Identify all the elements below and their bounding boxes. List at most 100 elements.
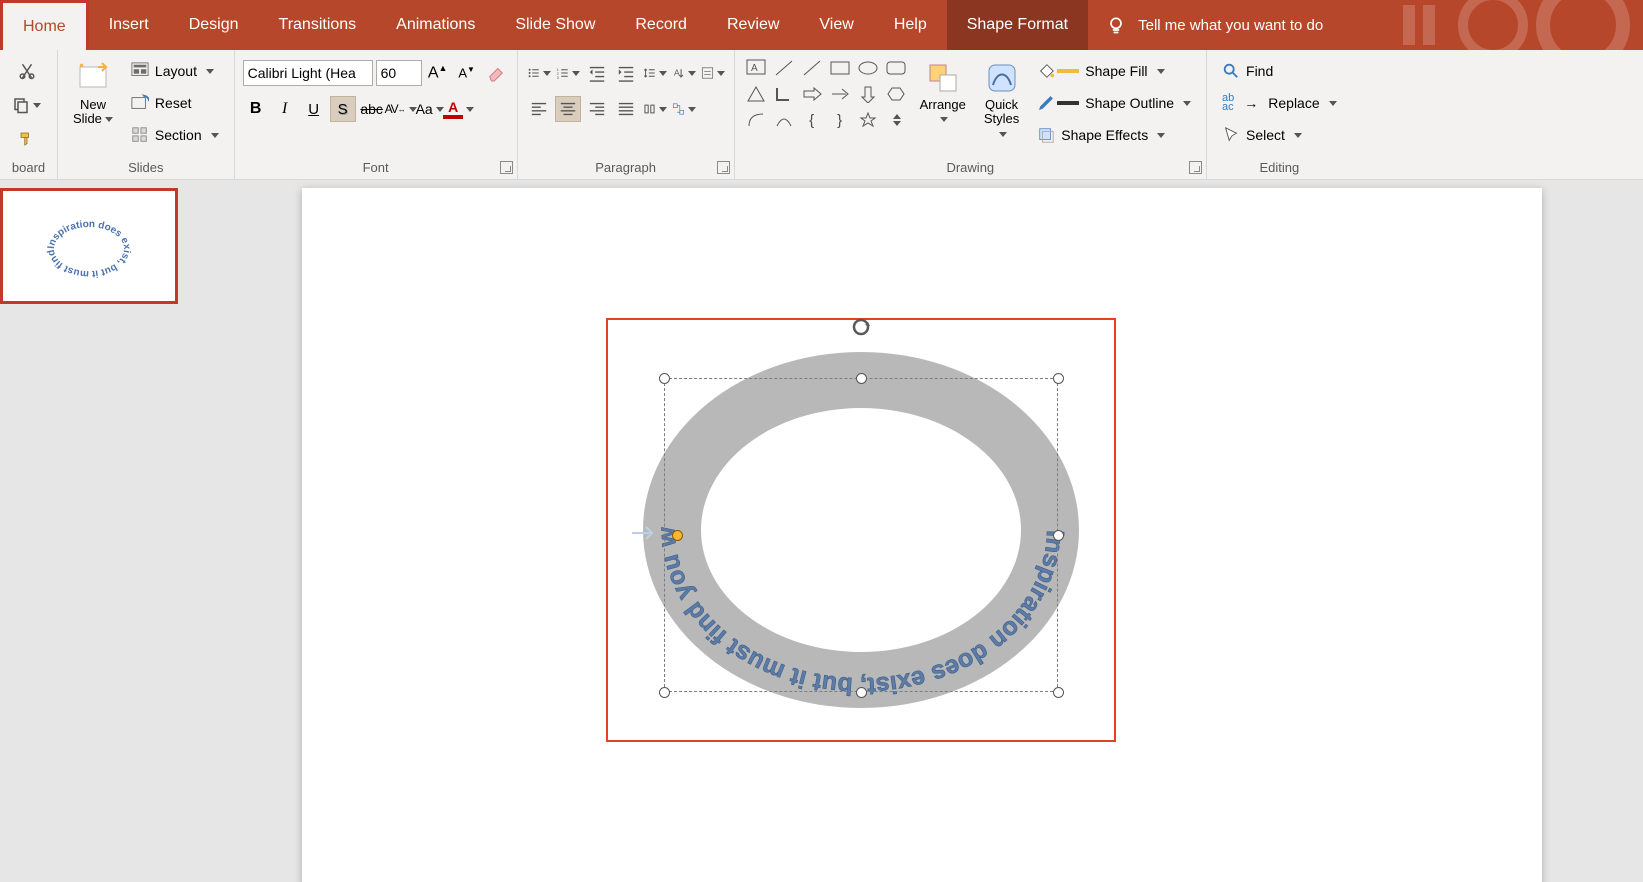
line-spacing-button[interactable] [642, 60, 668, 86]
shape-star[interactable] [855, 108, 881, 132]
bullets-button[interactable] [526, 60, 552, 86]
char-spacing-button[interactable]: AV↔ [388, 96, 414, 122]
handle-nw[interactable] [659, 373, 670, 384]
tab-help[interactable]: Help [874, 0, 947, 50]
shape-arrow-down[interactable] [855, 82, 881, 106]
outdent-button[interactable] [584, 60, 610, 86]
handle-adjust[interactable] [672, 530, 683, 541]
tab-shape-format[interactable]: Shape Format [947, 0, 1088, 50]
text-direction-button[interactable]: A [671, 60, 697, 86]
grow-font-button[interactable]: A▲ [425, 60, 451, 86]
arrange-icon [926, 61, 960, 95]
shape-line[interactable] [771, 56, 797, 80]
quick-styles-button[interactable]: Quick Styles [977, 56, 1026, 146]
paragraph-dialog-launcher[interactable] [717, 161, 730, 174]
select-button[interactable]: Select [1215, 122, 1344, 148]
shape-effects-button[interactable]: Shape Effects [1030, 122, 1198, 148]
tab-animations[interactable]: Animations [376, 0, 495, 50]
shape-roundrect[interactable] [883, 56, 909, 80]
font-size-input[interactable] [376, 60, 422, 86]
tab-design[interactable]: Design [169, 0, 259, 50]
ribbon: board New Slide Layout Reset Section Sli… [0, 50, 1643, 180]
svg-text:3: 3 [556, 75, 558, 80]
find-button[interactable]: Find [1215, 58, 1344, 84]
font-dialog-launcher[interactable] [500, 161, 513, 174]
align-center-button[interactable] [555, 96, 581, 122]
format-painter-button[interactable] [8, 126, 45, 152]
group-slides: New Slide Layout Reset Section Slides [58, 50, 235, 179]
change-case-button[interactable]: Aa [417, 96, 443, 122]
shape-textbox[interactable]: A [743, 56, 769, 80]
handle-n[interactable] [856, 373, 867, 384]
numbering-button[interactable]: 123 [555, 60, 581, 86]
shape-arc[interactable] [771, 108, 797, 132]
handle-s[interactable] [856, 687, 867, 698]
bold-button[interactable]: B [243, 96, 269, 122]
indent-button[interactable] [613, 60, 639, 86]
italic-button[interactable]: I [272, 96, 298, 122]
tab-slideshow[interactable]: Slide Show [495, 0, 615, 50]
shadow-button[interactable]: S [330, 96, 356, 122]
shape-oval[interactable] [855, 56, 881, 80]
group-label-slides: Slides [66, 158, 226, 179]
arrange-button[interactable]: Arrange [913, 56, 973, 132]
shape-brace-l[interactable]: { [799, 108, 825, 132]
shape-rect[interactable] [827, 56, 853, 80]
handle-ne[interactable] [1053, 373, 1064, 384]
svg-text:A: A [751, 63, 758, 74]
smartart-button[interactable] [671, 96, 697, 122]
shape-hex[interactable] [883, 82, 909, 106]
columns-button[interactable] [642, 96, 668, 122]
shrink-font-button[interactable]: A▼ [454, 60, 480, 86]
align-text-v-button[interactable] [700, 60, 726, 86]
tab-review[interactable]: Review [707, 0, 799, 50]
tab-record[interactable]: Record [615, 0, 707, 50]
align-left-button[interactable] [526, 96, 552, 122]
effects-icon [1037, 126, 1055, 144]
font-color-button[interactable]: A [446, 96, 472, 122]
rotate-handle[interactable] [850, 316, 872, 338]
handle-e[interactable] [1053, 530, 1064, 541]
slide-thumb-1[interactable]: Inspiration does exist, but it must find… [0, 188, 178, 304]
shapes-more[interactable] [883, 108, 909, 132]
quick-styles-icon [985, 61, 1019, 95]
section-icon [131, 126, 149, 144]
shapes-gallery[interactable]: A { } [743, 56, 909, 132]
tell-me-search[interactable]: Tell me what you want to do [1088, 15, 1341, 35]
tab-insert[interactable]: Insert [89, 0, 169, 50]
tab-transitions[interactable]: Transitions [259, 0, 377, 50]
drawing-dialog-launcher[interactable] [1189, 161, 1202, 174]
copy-button[interactable] [8, 92, 45, 118]
new-slide-button[interactable]: New Slide [66, 56, 120, 132]
tab-home[interactable]: Home [0, 0, 89, 50]
strike-button[interactable]: abc [359, 96, 385, 122]
shape-arrow[interactable] [799, 82, 825, 106]
clear-format-button[interactable] [483, 60, 509, 86]
cut-button[interactable] [8, 58, 45, 84]
layout-button[interactable]: Layout [124, 58, 226, 84]
shape-triangle[interactable] [743, 82, 769, 106]
handle-sw[interactable] [659, 687, 670, 698]
shape-outline-button[interactable]: Shape Outline [1030, 90, 1198, 116]
shape-fill-button[interactable]: Shape Fill [1030, 58, 1198, 84]
shape-l[interactable] [771, 82, 797, 106]
titlebar-decor [1383, 0, 1643, 50]
svg-text:A: A [674, 68, 680, 78]
section-button[interactable]: Section [124, 122, 226, 148]
shape-arrow2[interactable] [827, 82, 853, 106]
shape-conn[interactable] [743, 108, 769, 132]
group-label-font: Font [243, 158, 509, 179]
align-right-button[interactable] [584, 96, 610, 122]
shape-brace-r[interactable]: } [827, 108, 853, 132]
replace-button[interactable]: abac→Replace [1215, 90, 1344, 116]
reset-button[interactable]: Reset [124, 90, 226, 116]
font-name-input[interactable] [243, 60, 373, 86]
handle-se[interactable] [1053, 687, 1064, 698]
underline-button[interactable]: U [301, 96, 327, 122]
layout-icon [131, 62, 149, 80]
tab-view[interactable]: View [799, 0, 873, 50]
justify-button[interactable] [613, 96, 639, 122]
thumb-preview: Inspiration does exist, but it must find… [34, 209, 144, 284]
slide-canvas[interactable]: Inspiration does exist, but it must find… [302, 188, 1542, 882]
shape-line2[interactable] [799, 56, 825, 80]
